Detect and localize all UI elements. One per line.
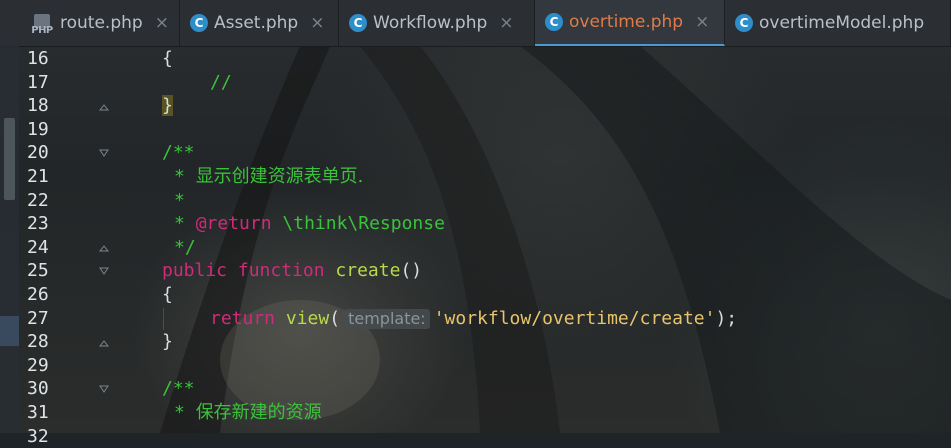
paren-close: );: [715, 307, 738, 329]
code-line-18: }: [162, 94, 173, 118]
code-line-26: {: [162, 283, 173, 307]
brace: }: [162, 331, 173, 353]
code-line-17: //: [210, 71, 232, 95]
matched-brace: }: [162, 95, 173, 117]
tab-asset-php[interactable]: C Asset.php ×: [180, 0, 339, 46]
tab-route-php[interactable]: PHP route.php ×: [0, 0, 180, 46]
keyword: return: [210, 307, 276, 329]
brace: {: [162, 284, 173, 305]
class-c-icon: C: [545, 13, 563, 31]
line-number: 28: [27, 331, 49, 353]
class-c-icon: C: [190, 14, 208, 32]
doc-comment-open: /**: [162, 142, 195, 164]
paren-open: (: [329, 307, 341, 329]
editor-tab-bar: PHP route.php × C Asset.php × C Workflow…: [0, 0, 951, 47]
close-icon[interactable]: ×: [695, 12, 709, 32]
string-literal: 'workflow/overtime/create': [433, 307, 716, 329]
doc-star: *: [174, 166, 196, 187]
doc-tag: @return: [195, 213, 272, 235]
current-line-marker: [0, 316, 19, 346]
line-number-gutter: 16 17 18 19 20 21 22 23 24 25 26 27 28 2…: [19, 46, 119, 447]
class-c-icon: C: [349, 14, 367, 32]
code-line-25: public function create(): [162, 259, 422, 283]
tab-label: overtime.php: [569, 12, 684, 32]
fold-start-icon[interactable]: [99, 267, 109, 277]
comment: //: [210, 71, 232, 93]
code-editor[interactable]: { // } /** * 显示创建资源表单页. * * @return \thi…: [119, 46, 951, 433]
code-line-30: /**: [162, 377, 195, 401]
fold-start-icon[interactable]: [99, 385, 109, 395]
fold-end-icon[interactable]: [99, 337, 109, 347]
function-name: create: [335, 260, 401, 282]
php-file-icon: PHP: [30, 14, 54, 36]
parens: (): [400, 260, 423, 282]
tool-window-strip: [0, 46, 19, 433]
doc-comment-close: */: [174, 236, 196, 258]
line-number: 32: [27, 425, 49, 447]
doc-type: \think\Response: [282, 213, 445, 235]
indent-guide: [163, 308, 164, 330]
tab-overtimemodel-php[interactable]: C overtimeModel.php: [725, 0, 951, 46]
close-icon[interactable]: ×: [499, 13, 513, 33]
parameter-hint: template:: [344, 308, 430, 329]
keyword: function: [237, 260, 325, 282]
doc-comment-text: 保存新建的资源: [195, 402, 322, 423]
tab-label: overtimeModel.php: [759, 13, 925, 33]
line-number: 24: [27, 236, 49, 258]
code-line-28: }: [162, 330, 173, 354]
line-number: 27: [27, 307, 49, 329]
line-number: 31: [27, 402, 49, 423]
fold-start-icon[interactable]: [99, 149, 109, 159]
tab-label: route.php: [60, 13, 143, 33]
tab-label: Workflow.php: [373, 13, 488, 33]
close-icon[interactable]: ×: [155, 13, 169, 33]
doc-star: *: [174, 402, 196, 423]
class-c-icon: C: [735, 14, 753, 32]
code-line-27: return view(template:'workflow/overtime/…: [210, 307, 737, 331]
doc-star: *: [174, 213, 196, 235]
line-number: 22: [27, 189, 49, 211]
line-number: 16: [27, 48, 49, 69]
code-line-21: * 显示创建资源表单页.: [174, 165, 363, 189]
line-number: 29: [27, 354, 49, 376]
code-line-24: */: [174, 236, 196, 260]
close-icon[interactable]: ×: [310, 13, 324, 33]
code-line-23: * @return \think\Response: [174, 212, 445, 236]
line-number: 20: [27, 142, 49, 164]
tab-label: Asset.php: [214, 13, 299, 33]
code-line-31: * 保存新建的资源: [174, 401, 322, 425]
code-line-16: {: [162, 47, 173, 71]
brace: {: [162, 48, 173, 69]
tab-overtime-php[interactable]: C overtime.php ×: [535, 0, 725, 46]
line-number: 23: [27, 213, 49, 235]
fold-end-icon[interactable]: [99, 242, 109, 252]
function-call: view: [285, 307, 330, 329]
tab-workflow-php[interactable]: C Workflow.php ×: [339, 0, 535, 46]
line-number: 18: [27, 95, 49, 117]
doc-comment-open: /**: [162, 378, 195, 400]
line-number: 17: [27, 71, 49, 93]
doc-star: *: [174, 189, 185, 211]
line-number: 30: [27, 378, 49, 400]
keyword: public: [162, 260, 228, 282]
scrollbar-thumb[interactable]: [4, 118, 15, 200]
fold-end-icon[interactable]: [99, 101, 109, 111]
code-line-22: *: [174, 189, 185, 213]
line-number: 21: [27, 166, 49, 187]
code-line-20: /**: [162, 141, 195, 165]
line-number: 25: [27, 260, 49, 282]
doc-comment-text: 显示创建资源表单页.: [195, 166, 364, 187]
line-number: 26: [27, 284, 49, 305]
line-number: 19: [27, 118, 49, 140]
